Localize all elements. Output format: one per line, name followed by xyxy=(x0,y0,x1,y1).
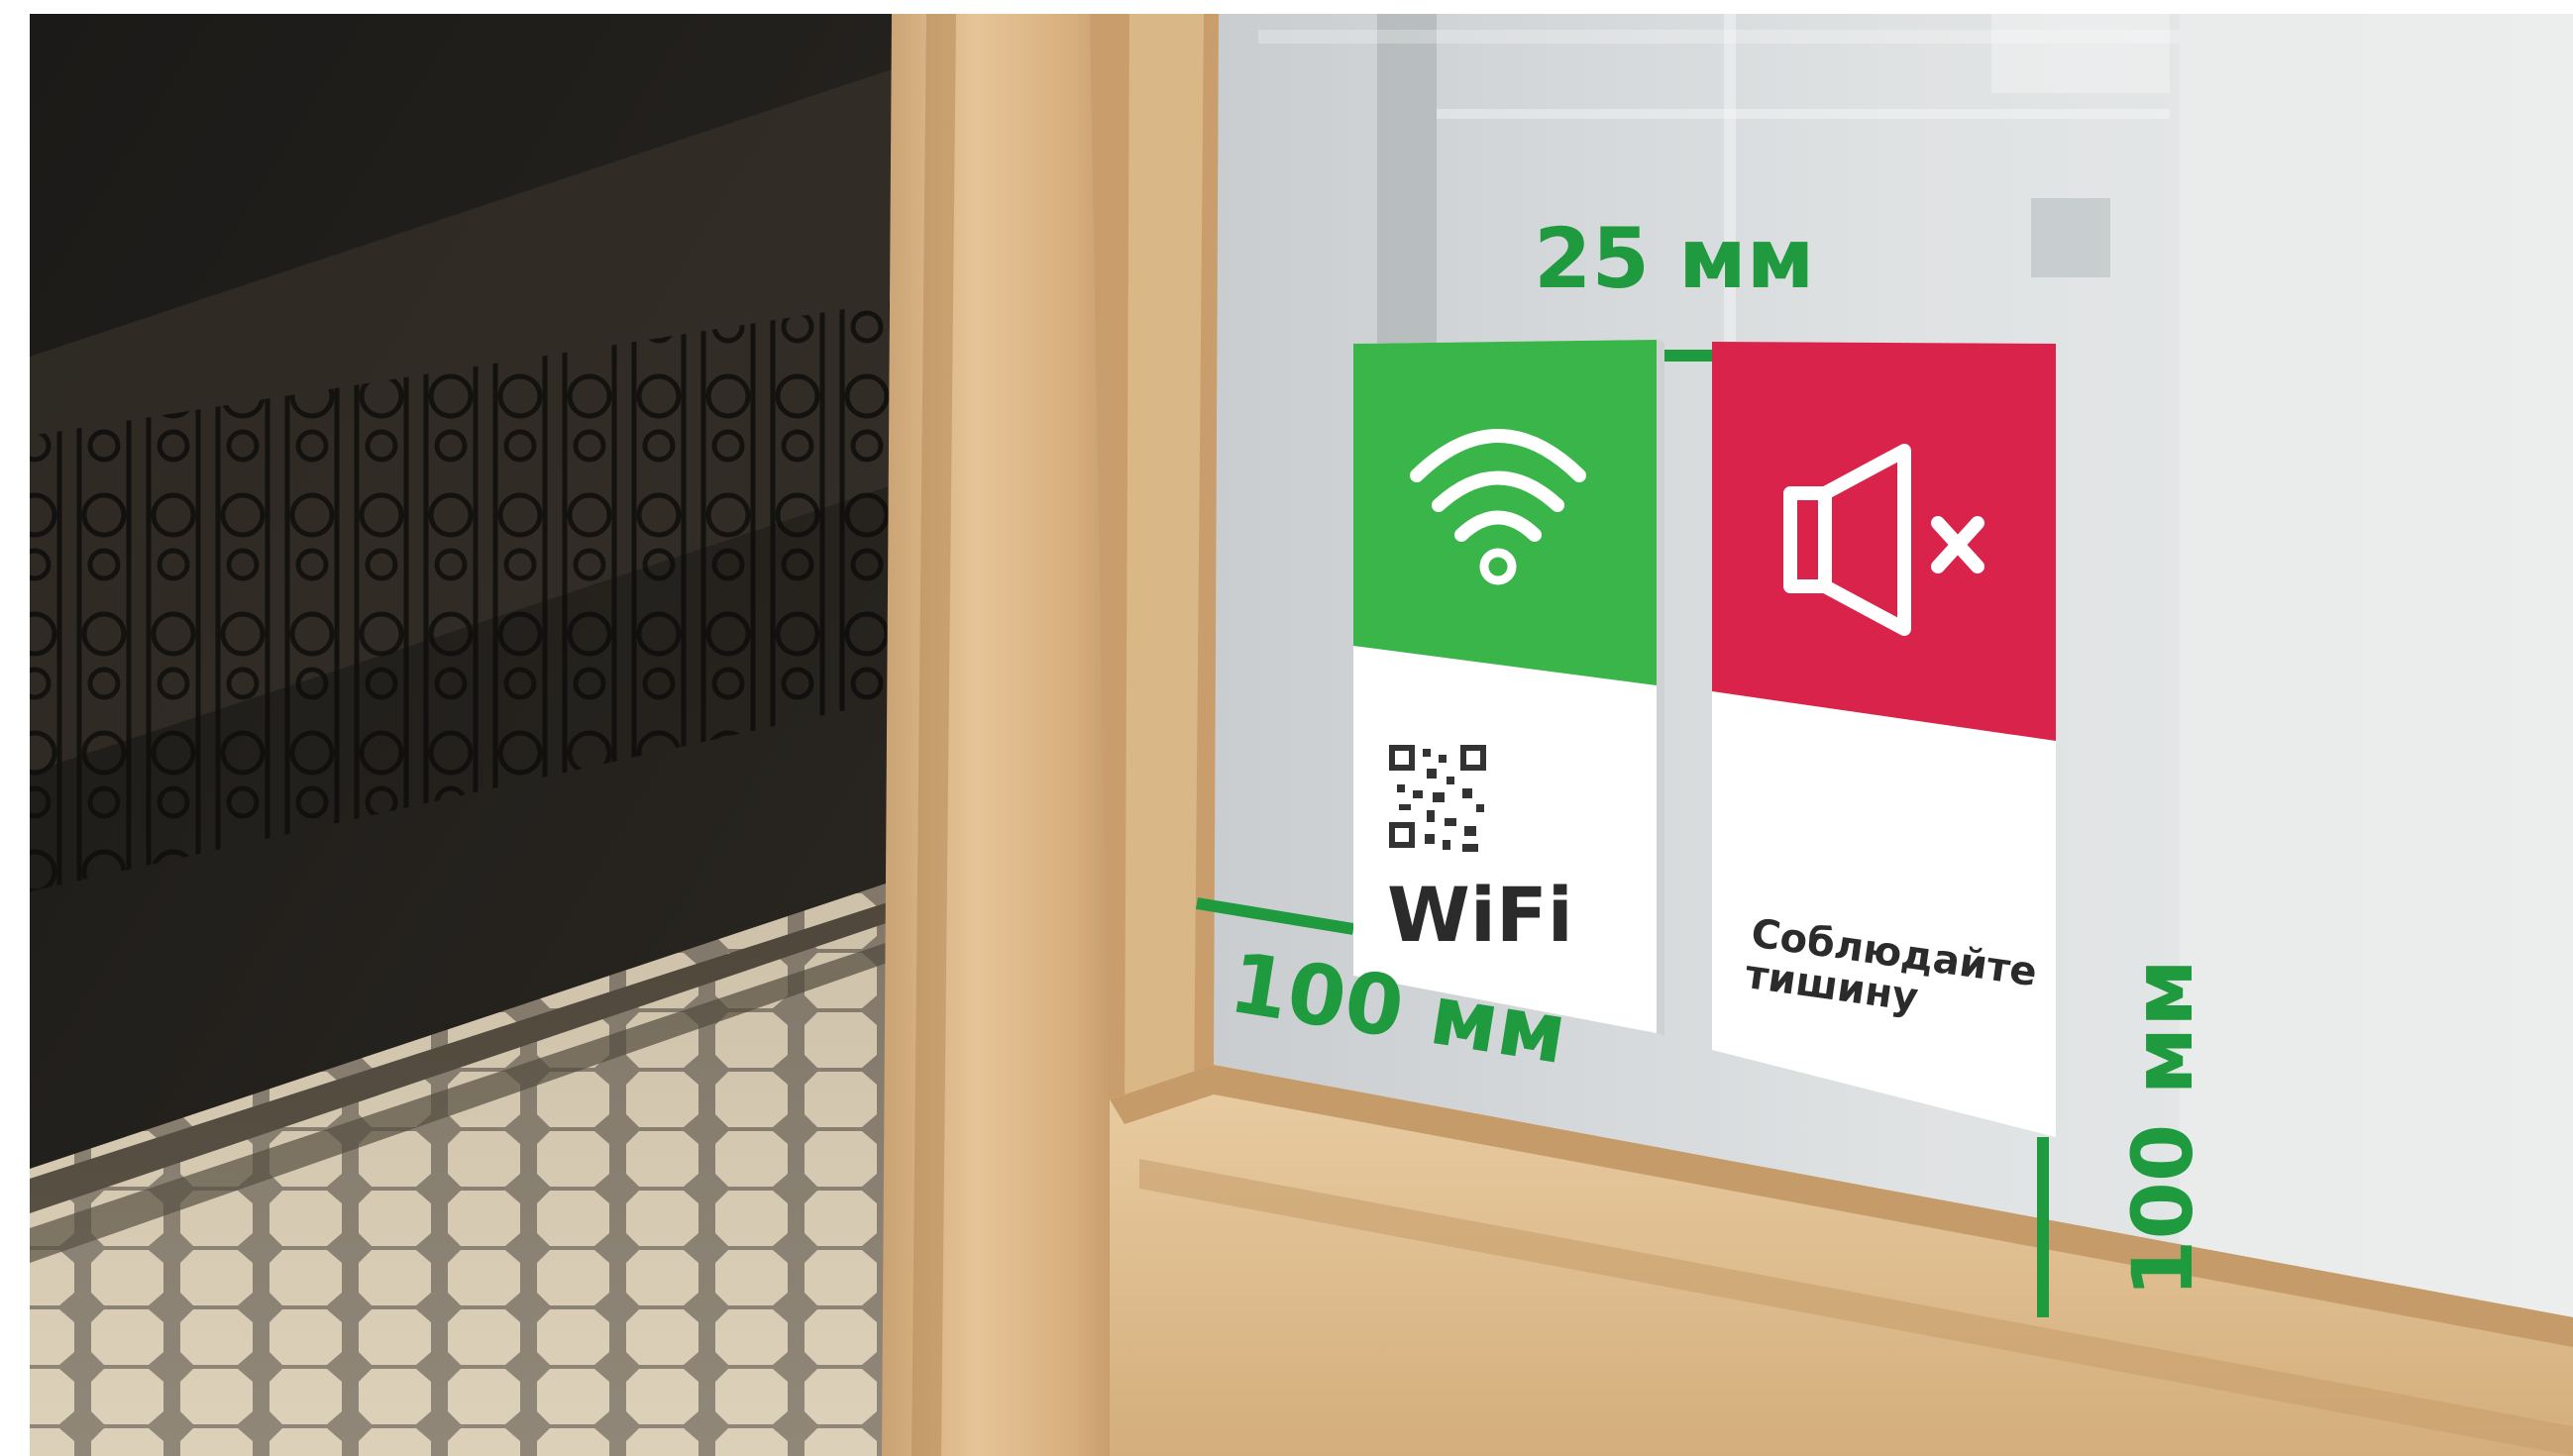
staircase-background xyxy=(30,14,921,1456)
photo-scene: WiFi Соблюдайте тишину 25 мм 100 мм 100 … xyxy=(0,0,2573,1456)
wifi-label: WiFi xyxy=(1387,871,1573,959)
scene-illustration: WiFi Соблюдайте тишину 25 мм 100 мм 100 … xyxy=(0,0,2573,1456)
qr-code-icon xyxy=(1389,745,1486,858)
wifi-sign: WiFi xyxy=(1353,340,1664,1036)
silence-sign: Соблюдайте тишину xyxy=(1712,342,2056,1137)
gap-measure-label: 25 мм xyxy=(1534,210,1814,307)
bottom-measure-label: 100 мм xyxy=(2114,959,2211,1298)
